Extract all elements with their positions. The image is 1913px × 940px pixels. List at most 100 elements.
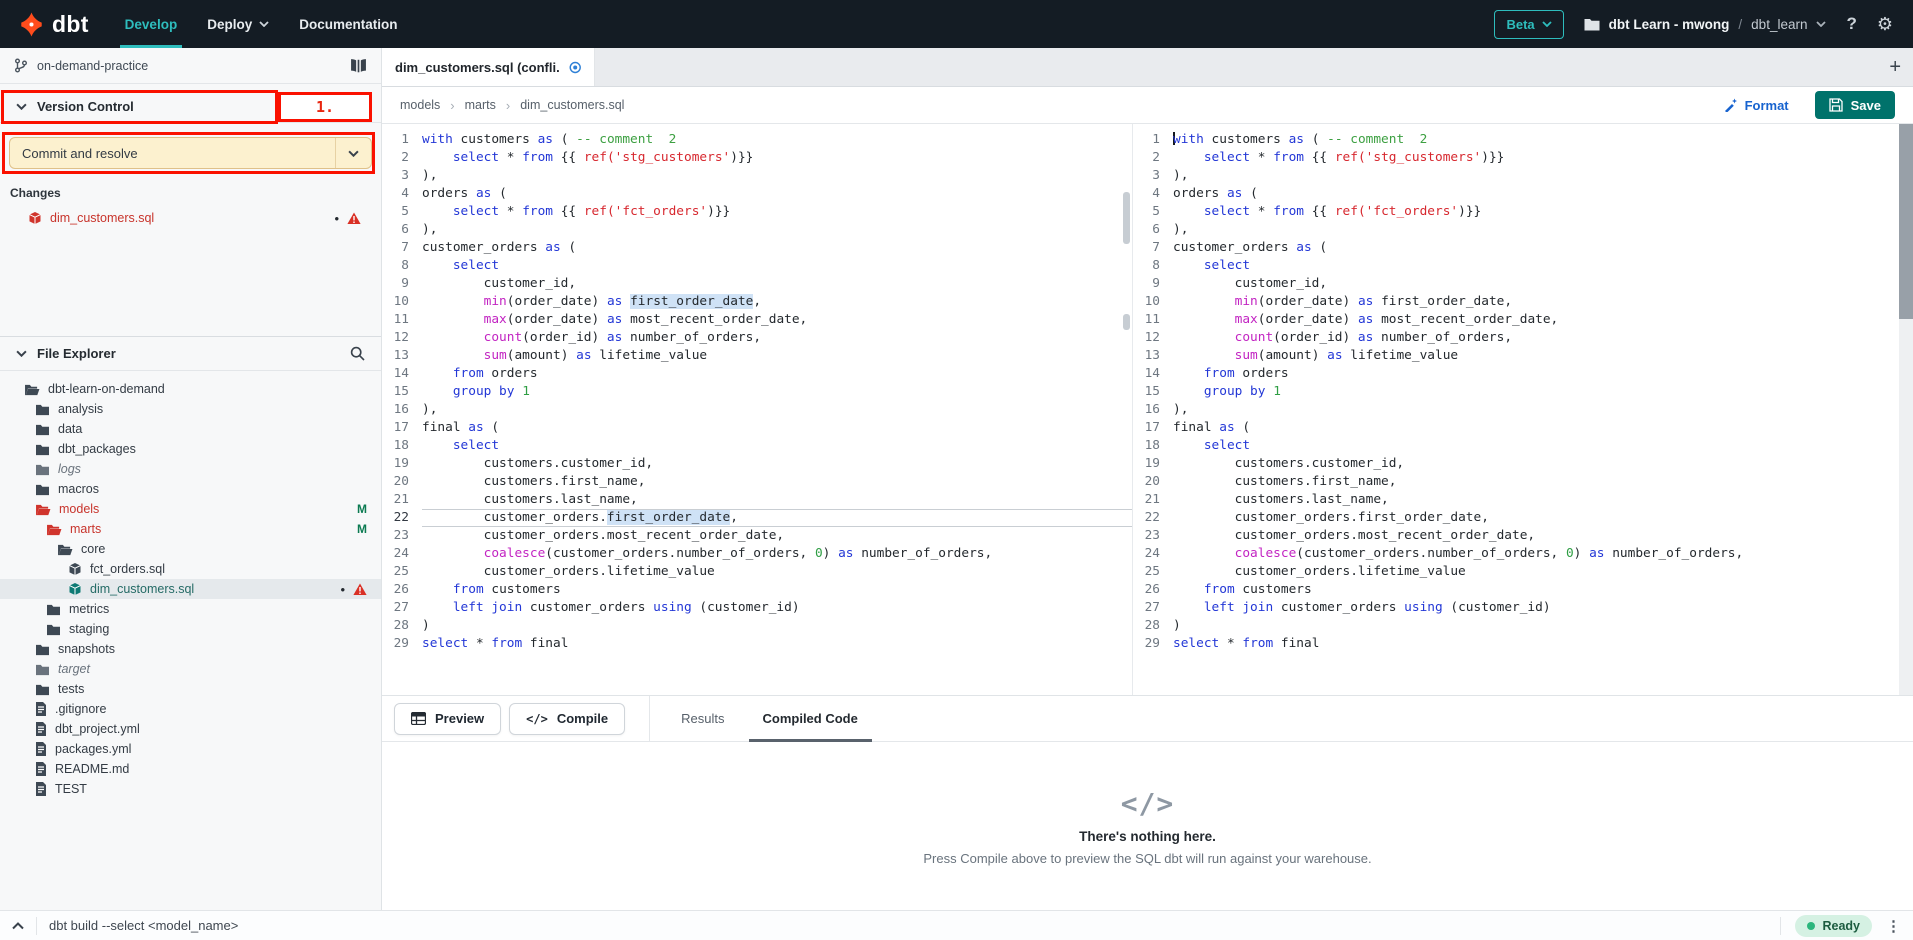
- code-line-14[interactable]: 14 from orders: [382, 365, 1132, 383]
- code-line-15[interactable]: 15 group by 1: [1133, 383, 1899, 401]
- search-icon[interactable]: [350, 346, 365, 361]
- beta-dropdown[interactable]: Beta: [1494, 10, 1563, 39]
- code-line-29[interactable]: 29select * from final: [382, 635, 1132, 653]
- gear-icon[interactable]: ⚙: [1877, 15, 1893, 33]
- code-line-14[interactable]: 14 from orders: [1133, 365, 1899, 383]
- tree-item-staging[interactable]: staging: [0, 619, 381, 639]
- code-line-24[interactable]: 24 coalesce(customer_orders.number_of_or…: [382, 545, 1132, 563]
- dbt-logo[interactable]: dbt: [18, 11, 89, 38]
- breadcrumb-item-marts[interactable]: marts: [465, 98, 496, 112]
- code-line-20[interactable]: 20 customers.first_name,: [1133, 473, 1899, 491]
- code-line-26[interactable]: 26 from customers: [1133, 581, 1899, 599]
- code-line-29[interactable]: 29select * from final: [1133, 635, 1899, 653]
- code-line-27[interactable]: 27 left join customer_orders using (cust…: [1133, 599, 1899, 617]
- new-tab-button[interactable]: +: [1889, 48, 1901, 86]
- code-line-27[interactable]: 27 left join customer_orders using (cust…: [382, 599, 1132, 617]
- tree-item-analysis[interactable]: analysis: [0, 399, 381, 419]
- tree-item-tests[interactable]: tests: [0, 679, 381, 699]
- tree-item-data[interactable]: data: [0, 419, 381, 439]
- tree-item-README.md[interactable]: README.md: [0, 759, 381, 779]
- code-line-28[interactable]: 28): [1133, 617, 1899, 635]
- preview-button[interactable]: Preview: [394, 703, 501, 735]
- tree-item-TEST[interactable]: TEST: [0, 779, 381, 799]
- help-icon[interactable]: ?: [1846, 14, 1856, 34]
- tree-item-snapshots[interactable]: snapshots: [0, 639, 381, 659]
- code-line-6[interactable]: 6),: [1133, 221, 1899, 239]
- code-line-25[interactable]: 25 customer_orders.lifetime_value: [1133, 563, 1899, 581]
- code-line-17[interactable]: 17final as (: [1133, 419, 1899, 437]
- nav-item-deploy[interactable]: Deploy: [207, 0, 269, 48]
- kebab-menu-icon[interactable]: ⋮: [1886, 917, 1901, 935]
- git-branch-row[interactable]: on-demand-practice: [0, 48, 381, 84]
- version-control-header[interactable]: Version Control: [0, 91, 381, 123]
- tree-item-target[interactable]: target: [0, 659, 381, 679]
- code-line-17[interactable]: 17final as (: [382, 419, 1132, 437]
- code-line-19[interactable]: 19 customers.customer_id,: [382, 455, 1132, 473]
- code-pane-right[interactable]: 1with customers as ( -- comment 22 selec…: [1132, 124, 1899, 695]
- code-line-11[interactable]: 11 max(order_date) as most_recent_order_…: [382, 311, 1132, 329]
- code-line-22[interactable]: 22 customer_orders.first_order_date,: [1133, 509, 1899, 527]
- code-line-7[interactable]: 7customer_orders as (: [1133, 239, 1899, 257]
- nav-item-develop[interactable]: Develop: [125, 0, 178, 48]
- tab-results[interactable]: Results: [662, 696, 743, 741]
- code-line-9[interactable]: 9 customer_id,: [382, 275, 1132, 293]
- tree-item-dim_customers.sql[interactable]: dim_customers.sql•: [0, 579, 381, 599]
- breadcrumb-item-models[interactable]: models: [400, 98, 440, 112]
- code-line-21[interactable]: 21 customers.last_name,: [382, 491, 1132, 509]
- code-line-8[interactable]: 8 select: [382, 257, 1132, 275]
- code-line-24[interactable]: 24 coalesce(customer_orders.number_of_or…: [1133, 545, 1899, 563]
- code-line-1[interactable]: 1with customers as ( -- comment 2: [1133, 131, 1899, 149]
- code-line-16[interactable]: 16),: [382, 401, 1132, 419]
- code-line-21[interactable]: 21 customers.last_name,: [1133, 491, 1899, 509]
- code-line-3[interactable]: 3),: [1133, 167, 1899, 185]
- code-line-6[interactable]: 6),: [382, 221, 1132, 239]
- code-line-2[interactable]: 2 select * from {{ ref('stg_customers')}…: [1133, 149, 1899, 167]
- code-line-3[interactable]: 3),: [382, 167, 1132, 185]
- tree-item-macros[interactable]: macros: [0, 479, 381, 499]
- file-explorer-header[interactable]: File Explorer: [0, 337, 381, 371]
- code-line-1[interactable]: 1with customers as ( -- comment 2: [382, 131, 1132, 149]
- nav-item-documentation[interactable]: Documentation: [299, 0, 397, 48]
- tree-item-packages.yml[interactable]: packages.yml: [0, 739, 381, 759]
- changed-file-row[interactable]: dim_customers.sql •: [8, 206, 373, 230]
- commit-and-resolve-button[interactable]: Commit and resolve: [9, 137, 372, 169]
- editor-scrollbar[interactable]: [1899, 124, 1913, 695]
- code-line-19[interactable]: 19 customers.customer_id,: [1133, 455, 1899, 473]
- code-line-4[interactable]: 4orders as (: [382, 185, 1132, 203]
- commit-dropdown-toggle[interactable]: [335, 138, 371, 168]
- code-line-2[interactable]: 2 select * from {{ ref('stg_customers')}…: [382, 149, 1132, 167]
- code-line-7[interactable]: 7customer_orders as (: [382, 239, 1132, 257]
- compile-button[interactable]: </> Compile: [509, 703, 625, 735]
- code-line-5[interactable]: 5 select * from {{ ref('fct_orders')}}: [1133, 203, 1899, 221]
- tree-item-.gitignore[interactable]: .gitignore: [0, 699, 381, 719]
- code-line-15[interactable]: 15 group by 1: [382, 383, 1132, 401]
- code-line-10[interactable]: 10 min(order_date) as first_order_date,: [1133, 293, 1899, 311]
- docs-book-icon[interactable]: [350, 58, 367, 73]
- code-line-12[interactable]: 12 count(order_id) as number_of_orders,: [1133, 329, 1899, 347]
- tree-item-metrics[interactable]: metrics: [0, 599, 381, 619]
- code-line-4[interactable]: 4orders as (: [1133, 185, 1899, 203]
- tree-item-dbt-learn-on-demand[interactable]: dbt-learn-on-demand: [0, 379, 381, 399]
- code-line-13[interactable]: 13 sum(amount) as lifetime_value: [382, 347, 1132, 365]
- code-line-23[interactable]: 23 customer_orders.most_recent_order_dat…: [1133, 527, 1899, 545]
- tree-item-core[interactable]: core: [0, 539, 381, 559]
- code-line-18[interactable]: 18 select: [382, 437, 1132, 455]
- tree-item-logs[interactable]: logs: [0, 459, 381, 479]
- breadcrumb-item-dim_customers.sql[interactable]: dim_customers.sql: [520, 98, 624, 112]
- tree-item-dbt_project.yml[interactable]: dbt_project.yml: [0, 719, 381, 739]
- tree-item-dbt_packages[interactable]: dbt_packages: [0, 439, 381, 459]
- code-line-18[interactable]: 18 select: [1133, 437, 1899, 455]
- code-line-20[interactable]: 20 customers.first_name,: [382, 473, 1132, 491]
- code-line-10[interactable]: 10 min(order_date) as first_order_date,: [382, 293, 1132, 311]
- code-line-22[interactable]: 22 customer_orders.first_order_date,: [382, 509, 1132, 527]
- chevron-up-icon[interactable]: [12, 922, 24, 930]
- code-line-23[interactable]: 23 customer_orders.most_recent_order_dat…: [382, 527, 1132, 545]
- tree-item-marts[interactable]: martsM: [0, 519, 381, 539]
- project-environment-switcher[interactable]: dbt Learn - mwong / dbt_learn: [1584, 17, 1827, 32]
- tab-compiled-code[interactable]: Compiled Code: [744, 696, 877, 741]
- command-input[interactable]: dbt build --select <model_name>: [49, 918, 238, 933]
- code-line-16[interactable]: 16),: [1133, 401, 1899, 419]
- code-line-13[interactable]: 13 sum(amount) as lifetime_value: [1133, 347, 1899, 365]
- pane-scrollbar-thumb[interactable]: [1123, 192, 1130, 244]
- pane-scrollbar-mark[interactable]: [1123, 314, 1130, 330]
